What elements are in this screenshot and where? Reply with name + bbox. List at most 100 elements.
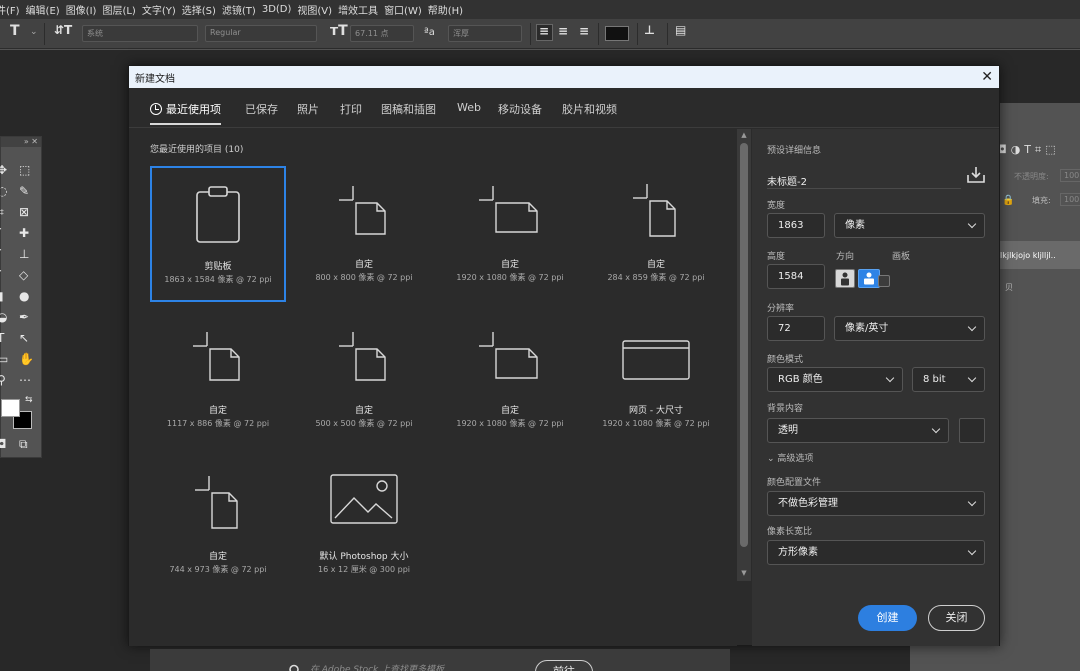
pen-tool-icon[interactable]: ✒ — [19, 310, 29, 324]
font-style-select[interactable]: Regular — [205, 25, 317, 42]
item-meta: 800 x 800 像素 @ 72 ppi — [315, 273, 413, 282]
foreground-color-swatch[interactable] — [1, 399, 20, 417]
quick-mask-icon[interactable]: ◘ — [0, 437, 7, 451]
scrollbar-thumb[interactable] — [740, 143, 748, 547]
tab-label: 最近使用项 — [166, 103, 221, 116]
pixel-aspect-select[interactable]: 方形像素 — [767, 540, 985, 565]
tab-recent[interactable]: 最近使用项 — [150, 101, 221, 125]
tab-photo[interactable]: 照片 — [297, 101, 319, 117]
document-name-field[interactable]: 未标题-2 — [767, 173, 961, 189]
move-tool-icon[interactable]: ✥ — [0, 163, 7, 177]
character-panel-icon[interactable]: ▤ — [675, 23, 686, 40]
align-center-icon[interactable]: ≡ — [558, 24, 568, 41]
opacity-field[interactable]: 100 — [1060, 169, 1080, 182]
type-tool-icon[interactable]: T — [0, 331, 4, 345]
menu-item[interactable]: 滤镜(T) — [222, 2, 256, 17]
type-tool-icon[interactable]: T — [10, 23, 20, 40]
stamp-tool-icon[interactable]: ⊥ — [19, 247, 29, 261]
stock-search-input[interactable]: 在 Adobe Stock 上查找更多模板 — [310, 659, 526, 671]
menu-item[interactable]: 文字(Y) — [142, 2, 176, 17]
menu-item[interactable]: 件(F) — [0, 2, 20, 17]
artboard-checkbox[interactable] — [878, 275, 890, 287]
screen-mode-icon[interactable]: ⧉ — [19, 437, 28, 452]
warp-text-icon[interactable]: ⊥ — [644, 23, 655, 40]
dodge-tool-icon[interactable]: ◒ — [0, 310, 7, 324]
layer-name[interactable]: 贝 — [1005, 282, 1013, 293]
tab-saved[interactable]: 已保存 — [245, 101, 278, 117]
resolution-field[interactable]: 72 — [767, 316, 825, 341]
crop-tool-icon[interactable]: ⌗ — [0, 205, 4, 220]
recent-item-card[interactable]: 自定 1920 x 1080 像素 @ 72 ppi — [442, 312, 578, 448]
tab-print[interactable]: 打印 — [340, 101, 362, 117]
text-orientation-icon[interactable]: ⇵T — [54, 23, 72, 40]
font-size-field[interactable]: 67.11 点 — [350, 25, 414, 42]
frame-tool-icon[interactable]: ⊠ — [19, 205, 29, 219]
tab-art-illustration[interactable]: 图稿和插图 — [381, 101, 436, 117]
menu-item[interactable]: 增效工具 — [338, 2, 378, 17]
divider — [598, 23, 599, 45]
menu-item[interactable]: 窗口(W) — [384, 2, 422, 17]
marquee-tool-icon[interactable]: ⬚ — [19, 163, 30, 177]
color-mode-select[interactable]: RGB 颜色 — [767, 367, 903, 392]
font-family-select[interactable]: 系统 — [82, 25, 198, 42]
menu-item[interactable]: 选择(S) — [182, 2, 216, 17]
landscape-orientation-button[interactable] — [858, 269, 880, 288]
blur-tool-icon[interactable]: ● — [19, 289, 29, 303]
recent-item-card[interactable]: 自定 500 x 500 像素 @ 72 ppi — [296, 312, 432, 448]
portrait-orientation-button[interactable] — [835, 269, 855, 288]
recent-item-card[interactable]: 自定 1920 x 1080 像素 @ 72 ppi — [442, 166, 578, 302]
menu-item[interactable]: 3D(D) — [262, 4, 292, 15]
color-profile-select[interactable]: 不做色彩管理 — [767, 491, 985, 516]
recent-item-card[interactable]: 自定 284 x 859 像素 @ 72 ppi — [588, 166, 724, 302]
width-field[interactable]: 1863 — [767, 213, 825, 238]
menu-item[interactable]: 图层(L) — [102, 2, 135, 17]
fill-field[interactable]: 100 — [1060, 193, 1080, 206]
antialias-select[interactable]: 浑厚 — [448, 25, 522, 42]
recent-scrollbar[interactable]: ▲ ▼ — [737, 129, 751, 581]
lasso-tool-icon[interactable]: ◌ — [0, 184, 7, 198]
lock-icon[interactable]: 🔒 — [1002, 195, 1014, 206]
recent-item-card[interactable]: 自定 1117 x 886 像素 @ 72 ppi — [150, 312, 286, 448]
quick-select-tool-icon[interactable]: ✎ — [19, 184, 29, 198]
go-button[interactable]: 前往 — [535, 660, 593, 671]
close-icon[interactable]: ✕ — [981, 70, 993, 84]
scroll-down-icon[interactable]: ▼ — [737, 569, 751, 577]
more-tools-icon[interactable]: ⋯ — [19, 373, 31, 387]
height-field[interactable]: 1584 — [767, 264, 825, 289]
align-right-icon[interactable]: ≡ — [579, 24, 589, 41]
save-preset-icon[interactable] — [966, 166, 986, 184]
tool-preset-chevron-icon[interactable]: ⌄ — [30, 27, 38, 44]
tab-film-video[interactable]: 胶片和视频 — [562, 101, 617, 117]
menu-item[interactable]: 图像(I) — [66, 2, 97, 17]
shape-tool-icon[interactable]: ▭ — [0, 352, 8, 366]
zoom-tool-icon[interactable]: ⚲ — [0, 373, 6, 387]
layer-name[interactable]: lkjlkjojo kljlljl.. — [1000, 251, 1056, 260]
hand-tool-icon[interactable]: ✋ — [19, 352, 34, 366]
text-color-swatch[interactable] — [605, 26, 629, 41]
menu-item[interactable]: 编辑(E) — [26, 2, 60, 17]
eraser-tool-icon[interactable]: ◇ — [19, 268, 28, 282]
tab-mobile[interactable]: 移动设备 — [498, 101, 542, 117]
healing-brush-icon[interactable]: ✚ — [19, 226, 29, 240]
recent-item-card[interactable]: 自定 744 x 973 像素 @ 72 ppi — [150, 458, 286, 594]
width-unit-select[interactable]: 像素 — [834, 213, 985, 238]
recent-item-card[interactable]: 网页 - 大尺寸 1920 x 1080 像素 @ 72 ppi — [588, 312, 724, 448]
create-button[interactable]: 创建 — [858, 605, 917, 631]
close-button[interactable]: 关闭 — [928, 605, 985, 631]
bit-depth-select[interactable]: 8 bit — [912, 367, 985, 392]
item-name: 网页 - 大尺寸 — [629, 406, 683, 416]
recent-item-card[interactable]: 默认 Photoshop 大小 16 x 12 厘米 @ 300 ppi — [296, 458, 432, 594]
advanced-options-toggle[interactable]: ⌄ 高级选项 — [767, 451, 813, 464]
menu-item[interactable]: 视图(V) — [297, 2, 332, 17]
swap-colors-icon[interactable]: ⇆ — [25, 395, 33, 405]
path-select-tool-icon[interactable]: ↖ — [19, 331, 29, 345]
scroll-up-icon[interactable]: ▲ — [737, 131, 751, 139]
recent-item-card[interactable]: 自定 800 x 800 像素 @ 72 ppi — [296, 166, 432, 302]
menu-item[interactable]: 帮助(H) — [428, 2, 463, 17]
gradient-tool-icon[interactable]: ▮ — [0, 289, 4, 303]
resolution-unit-select[interactable]: 像素/英寸 — [834, 316, 985, 341]
background-select[interactable]: 透明 — [767, 418, 949, 443]
tab-web[interactable]: Web — [457, 101, 481, 114]
background-color-box[interactable] — [959, 418, 985, 443]
recent-item-card[interactable]: 剪贴板 1863 x 1584 像素 @ 72 ppi — [150, 166, 286, 302]
